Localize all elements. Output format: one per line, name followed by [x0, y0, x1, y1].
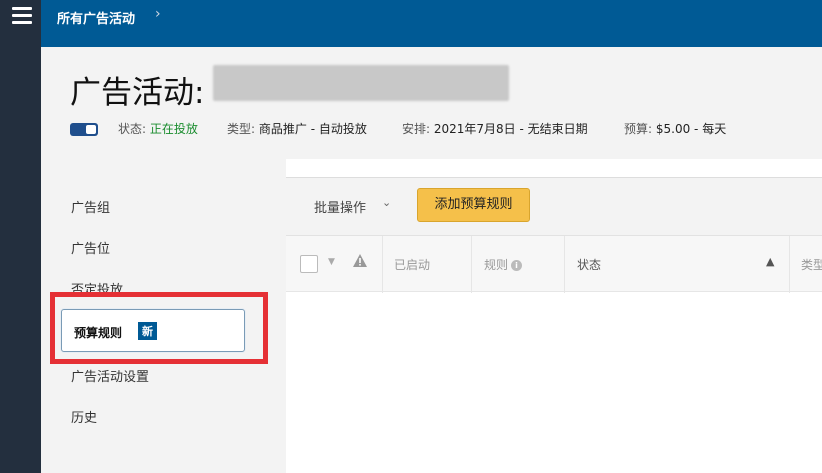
budget-value: $5.00 - 每天 — [655, 122, 727, 136]
column-enabled[interactable]: 已启动 — [394, 256, 430, 273]
nav-item-campaign-settings[interactable]: 广告活动设置 — [71, 366, 149, 385]
status-meta: 状态: 正在投放 — [118, 120, 198, 137]
highlight-box — [50, 292, 268, 364]
breadcrumb-all-campaigns[interactable]: 所有广告活动 — [57, 8, 135, 27]
sort-up-icon[interactable]: ▲ — [766, 255, 774, 268]
toggle-knob — [86, 125, 96, 134]
main-content: 批量操作 ⌄ 添加预算规则 ▼ 已启动 规则 i 状态 ▲ 类型 — [266, 159, 822, 473]
type-value: 商品推广 - 自动投放 — [258, 122, 367, 136]
top-bar: 所有广告活动 › — [41, 0, 822, 47]
nav-item-history[interactable]: 历史 — [71, 407, 97, 426]
warning-icon — [353, 254, 367, 267]
info-icon[interactable]: i — [511, 260, 523, 271]
status-label: 状态: — [118, 122, 147, 136]
add-budget-rule-button[interactable]: 添加预算规则 — [417, 188, 530, 222]
column-rule-label: 规则 — [484, 258, 509, 272]
campaign-header: 广告活动: 状态: 正在投放 类型: 商品推广 - 自动投放 安排: 2021年… — [41, 47, 822, 159]
page-title: 广告活动: — [70, 75, 205, 111]
select-all-checkbox[interactable] — [300, 255, 318, 273]
redacted-campaign-name — [213, 65, 509, 101]
content-gutter — [266, 159, 286, 473]
schedule-meta: 安排: 2021年7月8日 - 无结束日期 — [402, 120, 588, 137]
column-divider — [382, 236, 383, 293]
nav-item-ad-groups[interactable]: 广告组 — [71, 197, 110, 216]
column-divider — [789, 236, 790, 293]
chevron-down-icon: ⌄ — [382, 196, 392, 209]
type-label: 类型: — [227, 122, 256, 136]
budget-meta: 预算: $5.00 - 每天 — [624, 120, 726, 137]
column-divider — [471, 236, 472, 293]
column-status[interactable]: 状态 — [577, 256, 601, 273]
nav-item-placements[interactable]: 广告位 — [71, 238, 110, 257]
rules-table-header: ▼ 已启动 规则 i 状态 ▲ 类型 — [286, 235, 822, 293]
schedule-value: 2021年7月8日 - 无结束日期 — [433, 122, 588, 136]
column-type[interactable]: 类型 — [801, 256, 822, 273]
campaign-toggle[interactable] — [70, 123, 98, 136]
column-divider — [564, 236, 565, 293]
rules-toolbar: 批量操作 ⌄ 添加预算规则 — [286, 177, 822, 235]
type-meta: 类型: 商品推广 - 自动投放 — [227, 120, 367, 137]
budget-label: 预算: — [624, 122, 653, 136]
status-value: 正在投放 — [149, 122, 198, 136]
bulk-actions-dropdown[interactable]: 批量操作 — [314, 197, 366, 216]
menu-icon[interactable] — [12, 7, 32, 25]
chevron-right-icon: › — [155, 6, 161, 22]
column-rule[interactable]: 规则 i — [484, 256, 523, 273]
caret-down-icon[interactable]: ▼ — [328, 257, 335, 267]
schedule-label: 安排: — [402, 122, 431, 136]
side-rail — [0, 0, 41, 473]
